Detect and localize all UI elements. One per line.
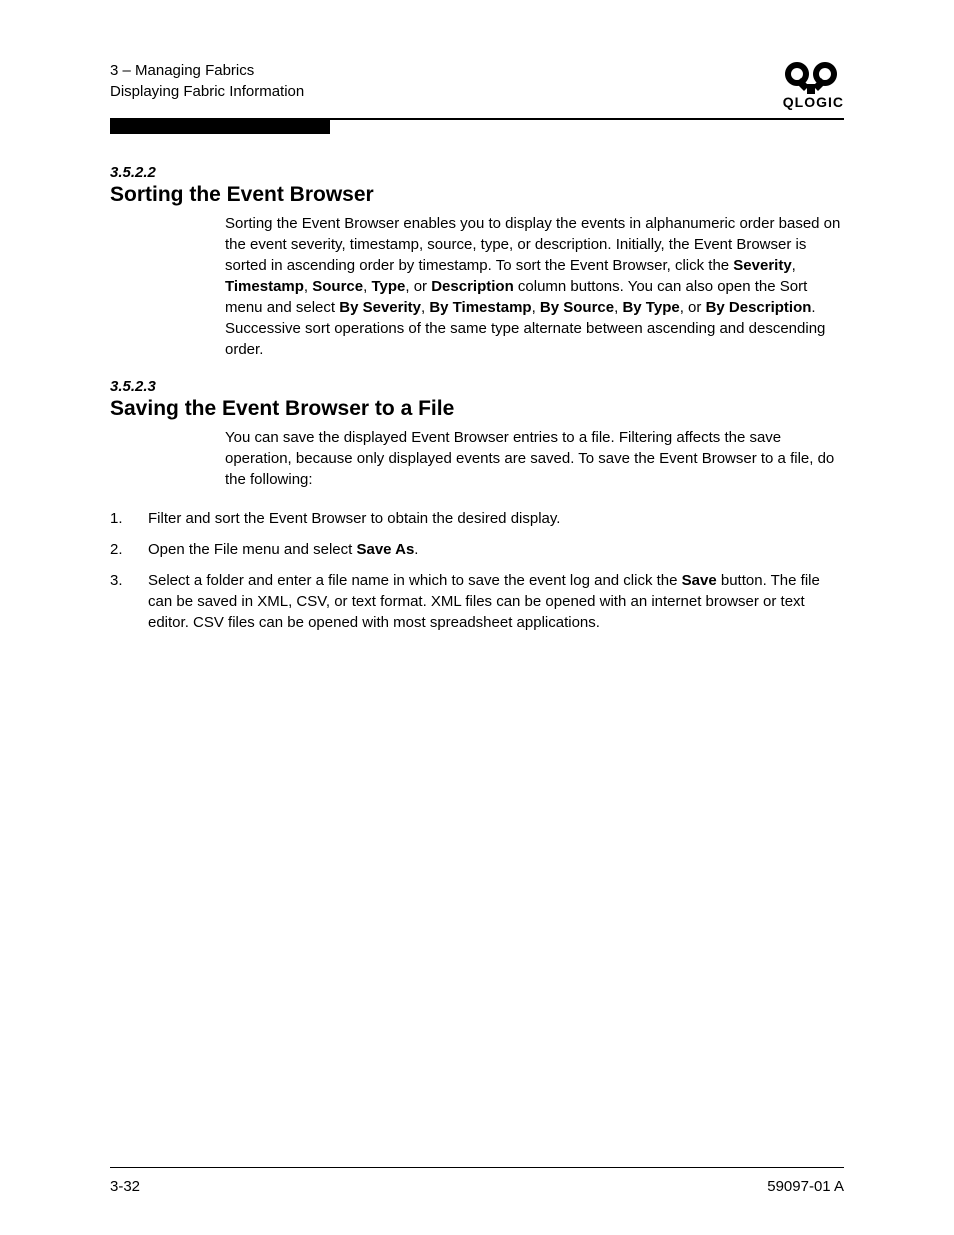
brand-block: QLOGIC (783, 60, 844, 110)
section-line: Displaying Fabric Information (110, 81, 304, 102)
section-heading: Saving the Event Browser to a File (110, 397, 844, 421)
step-item: Filter and sort the Event Browser to obt… (110, 508, 844, 529)
section-body: Sorting the Event Browser enables you to… (225, 213, 844, 360)
content-area: 3.5.2.2 Sorting the Event Browser Sortin… (110, 164, 844, 1167)
qlogic-logo-icon (783, 60, 839, 96)
section-3-5-2-2: 3.5.2.2 Sorting the Event Browser Sortin… (110, 164, 844, 360)
section-heading: Sorting the Event Browser (110, 183, 844, 207)
page-footer: 3-32 59097-01 A (110, 1167, 844, 1195)
steps-list: Filter and sort the Event Browser to obt… (110, 508, 844, 633)
footer-page-number: 3-32 (110, 1178, 140, 1195)
step-item: Open the File menu and select Save As. (110, 539, 844, 560)
section-body: You can save the displayed Event Browser… (225, 427, 844, 490)
section-number: 3.5.2.3 (110, 378, 844, 395)
brand-name: QLOGIC (783, 94, 844, 110)
header-black-bar (110, 120, 330, 134)
section-3-5-2-3: 3.5.2.3 Saving the Event Browser to a Fi… (110, 378, 844, 633)
header-text: 3 – Managing Fabrics Displaying Fabric I… (110, 60, 304, 102)
page-header: 3 – Managing Fabrics Displaying Fabric I… (110, 60, 844, 110)
footer-doc-id: 59097-01 A (767, 1178, 844, 1195)
step-item: Select a folder and enter a file name in… (110, 570, 844, 633)
section-number: 3.5.2.2 (110, 164, 844, 181)
chapter-line: 3 – Managing Fabrics (110, 60, 304, 81)
page: 3 – Managing Fabrics Displaying Fabric I… (0, 0, 954, 1235)
